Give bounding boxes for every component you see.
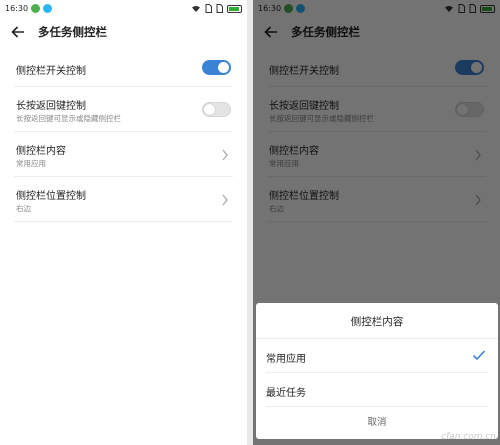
sim-icon	[205, 4, 212, 13]
watermark: cfan.com.cn	[441, 432, 496, 442]
setting-value: 右边	[16, 204, 31, 213]
back-arrow-icon[interactable]	[10, 24, 26, 40]
sidebar-switch-toggle[interactable]	[202, 60, 231, 75]
title-bar: 多任务侧控栏	[0, 17, 247, 47]
checkmark-icon	[472, 350, 486, 361]
status-time: 16:30	[5, 4, 29, 13]
status-bar: 16:30	[0, 0, 247, 17]
page-title: 多任务侧控栏	[38, 25, 107, 39]
settings-screen: 16:30 多任务侧控栏 侧控栏开关控制 长按返回键控制 长按返回键可显示或隐藏…	[0, 0, 247, 445]
setting-row-sidebar-position[interactable]: 侧控栏位置控制 右边	[14, 177, 233, 222]
setting-row-sidebar-content[interactable]: 侧控栏内容 常用应用	[14, 132, 233, 177]
option-recent-tasks[interactable]: 最近任务	[266, 373, 488, 407]
setting-label: 侧控栏位置控制	[16, 191, 86, 202]
setting-row-back-key[interactable]: 长按返回键控制 长按返回键可显示或隐藏侧控栏	[14, 87, 233, 132]
dialog-title: 侧控栏内容	[256, 303, 498, 339]
setting-label: 侧控栏内容	[16, 146, 66, 157]
sidebar-content-dialog: 侧控栏内容 常用应用 最近任务 取消	[256, 303, 498, 439]
setting-label: 侧控栏开关控制	[16, 66, 86, 77]
option-label: 常用应用	[266, 354, 306, 365]
battery-icon	[227, 4, 242, 13]
notification-icon	[31, 4, 41, 13]
dialog-screen: 16:30 多任务侧控栏 侧控栏开关控制 长按返回键控制 长按返回键可显示或隐藏…	[253, 0, 500, 445]
chevron-right-icon	[222, 149, 228, 161]
back-key-toggle[interactable]	[202, 102, 231, 117]
setting-label: 长按返回键控制	[16, 101, 86, 112]
option-label: 最近任务	[266, 388, 306, 399]
sim2-icon	[216, 4, 223, 13]
wechat-icon	[43, 4, 53, 13]
setting-value: 常用应用	[16, 159, 46, 168]
wifi-icon	[192, 5, 200, 12]
setting-description: 长按返回键可显示或隐藏侧控栏	[16, 114, 121, 123]
option-frequent-apps[interactable]: 常用应用	[266, 339, 488, 373]
setting-row-sidebar-switch[interactable]: 侧控栏开关控制	[14, 47, 233, 87]
chevron-right-icon	[222, 194, 228, 206]
